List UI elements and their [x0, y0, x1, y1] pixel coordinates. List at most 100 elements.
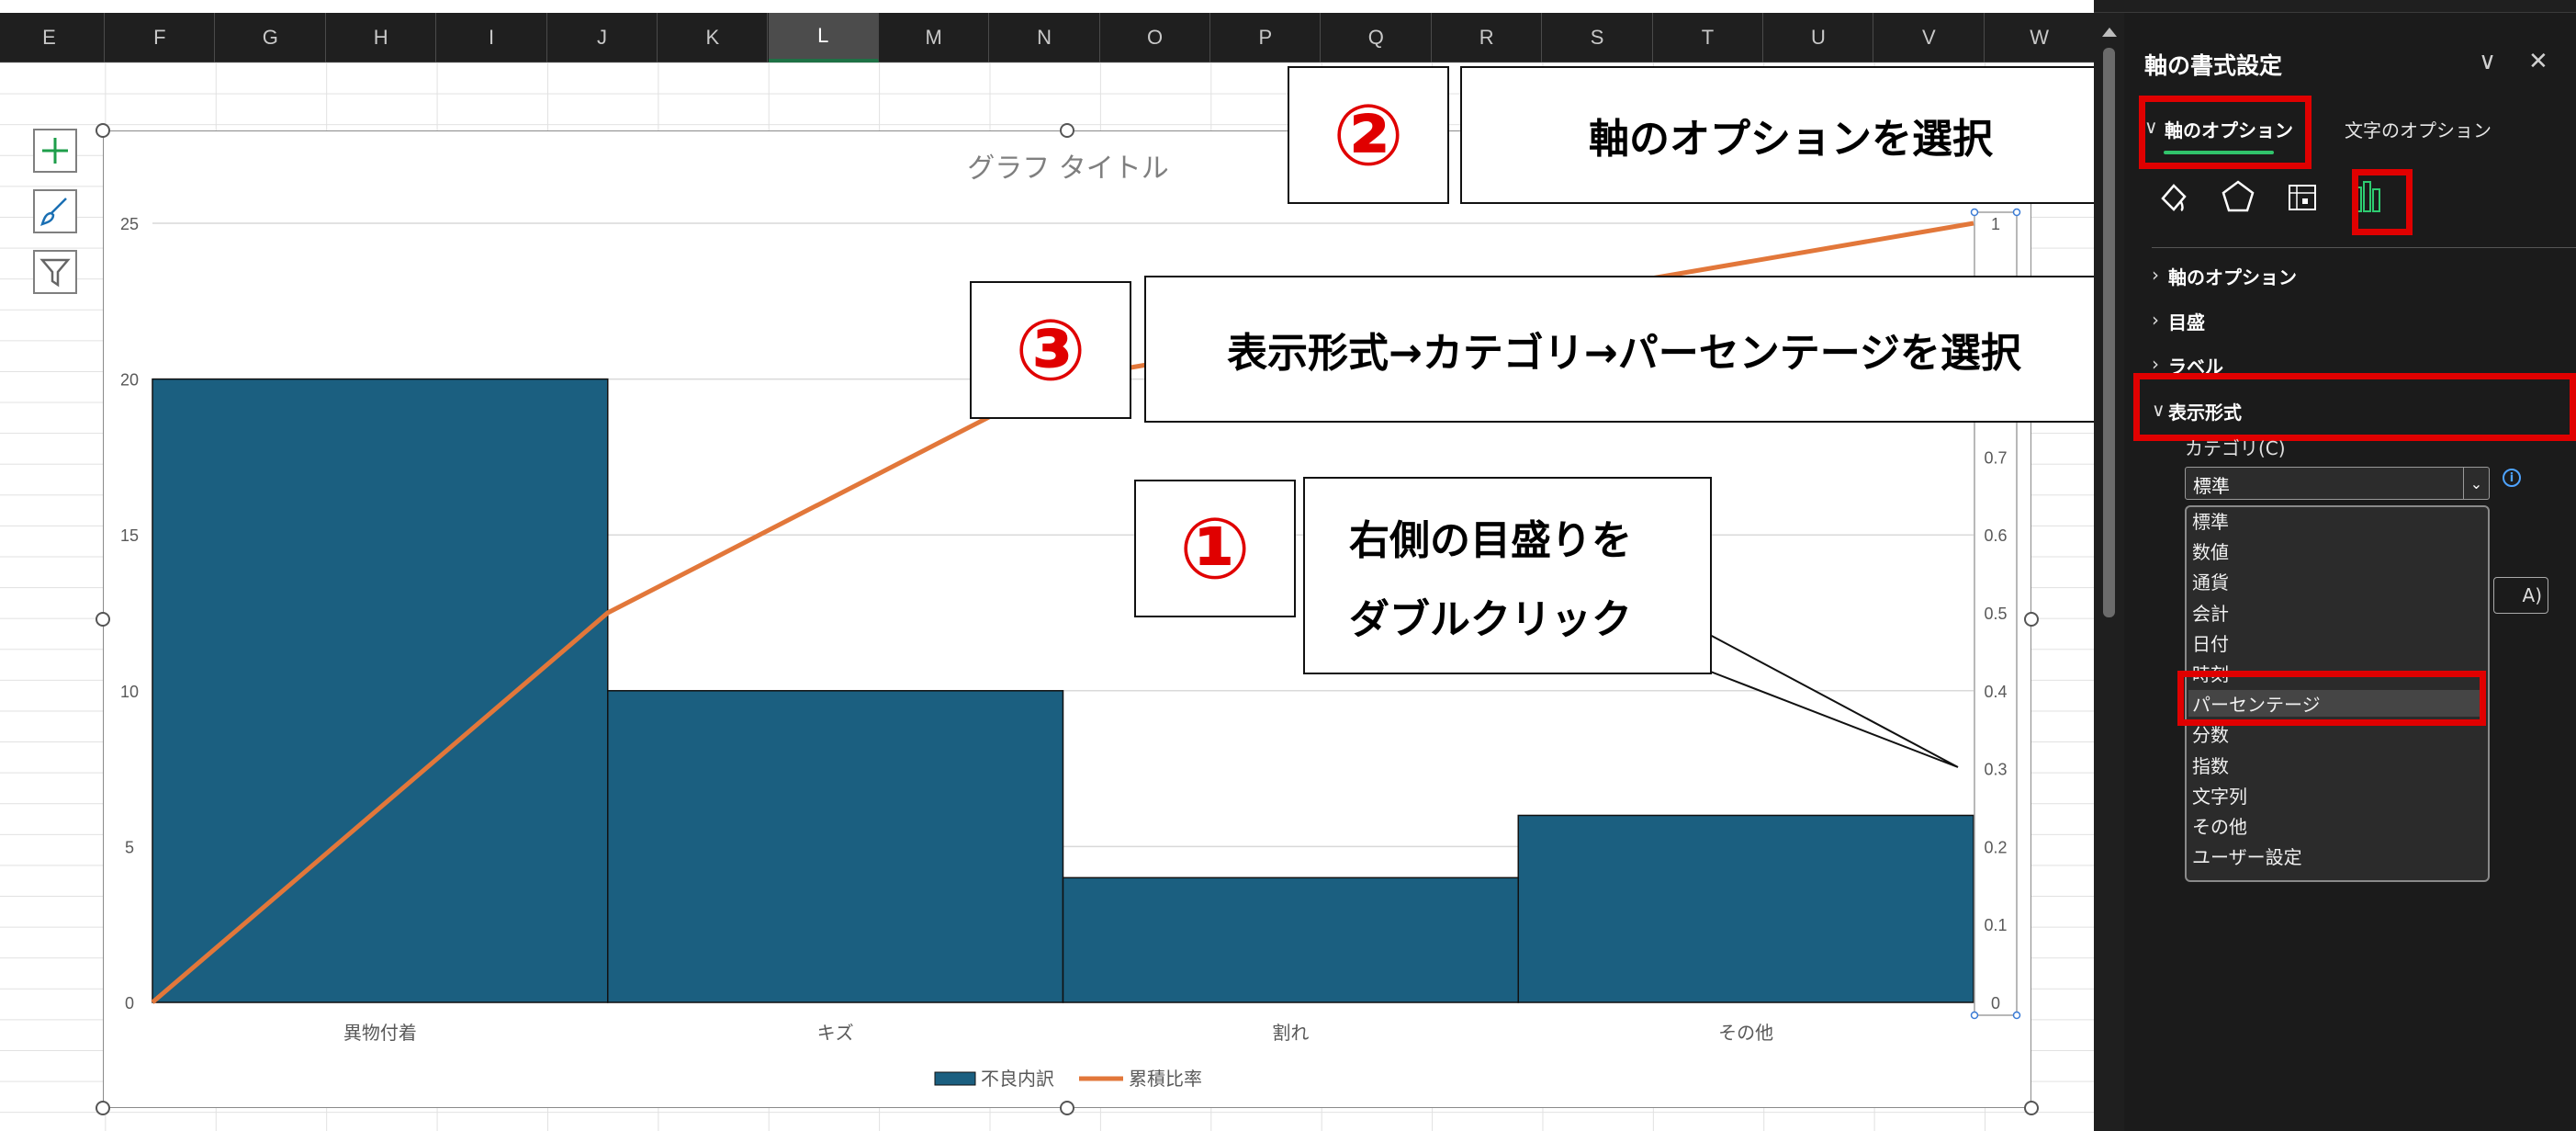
chevron-right-icon: › — [2152, 309, 2159, 331]
scroll-thumb[interactable] — [2103, 48, 2115, 617]
category-option[interactable]: 数値 — [2192, 537, 2229, 564]
column-header-O[interactable]: O — [1100, 13, 1210, 62]
axis-selection-handle — [2012, 1011, 2021, 1020]
category-option[interactable]: 指数 — [2192, 752, 2229, 778]
right-axis-tick-label: 0.4 — [1984, 683, 2007, 701]
chart-styles-button[interactable] — [33, 189, 77, 233]
chevron-down-icon[interactable]: ⌄ — [2463, 468, 2489, 499]
left-axis-tick-label: 10 — [120, 683, 139, 701]
column-header-H[interactable]: H — [326, 13, 437, 62]
category-label: カテゴリ(C) — [2185, 437, 2286, 459]
left-axis-tick-label: 15 — [120, 526, 139, 545]
category-label: その他 — [1718, 1022, 1773, 1044]
legend-label: 累積比率 — [1129, 1068, 1202, 1090]
column-header-T[interactable]: T — [1653, 13, 1763, 62]
column-header-W[interactable]: W — [1985, 13, 2094, 62]
column-header-E[interactable]: E — [0, 13, 105, 62]
plus-icon — [42, 138, 68, 164]
right-axis-tick-label: 0.7 — [1984, 448, 2007, 467]
bar — [607, 690, 1064, 1003]
fill-line-icon[interactable] — [2152, 175, 2196, 219]
chevron-right-icon: › — [2152, 353, 2159, 375]
legend-swatch-bar — [934, 1071, 976, 1086]
column-header-P[interactable]: P — [1210, 13, 1322, 62]
highlight-axis-options-tab — [2139, 96, 2312, 169]
step2-text: 軸のオプションを選択 — [1589, 116, 1993, 163]
scroll-up-icon[interactable] — [2102, 28, 2117, 37]
vertical-scrollbar[interactable] — [2094, 13, 2124, 1131]
step2-number: ② — [1333, 85, 1404, 185]
column-header-Q[interactable]: Q — [1322, 13, 1432, 62]
format-axis-pane[interactable]: 軸の書式設定 ∨ ✕ ∨ 軸のオプション 文字のオプション › 軸のオプション … — [2124, 13, 2576, 1131]
chart-resize-handle[interactable] — [96, 123, 110, 138]
brush-icon — [40, 198, 67, 226]
step3-text-box: 表示形式→カテゴリ→パーセンテージを選択 — [1144, 276, 2094, 423]
section-ticks[interactable]: 目盛 — [2168, 308, 2205, 334]
right-axis-tick-label: 0.2 — [1984, 838, 2007, 856]
column-header-M[interactable]: M — [879, 13, 990, 62]
category-value: 標準 — [2193, 475, 2230, 497]
filter-icon — [39, 258, 71, 288]
right-axis-tick-label: 0.1 — [1984, 916, 2007, 934]
hidden-field-fragment: A) — [2493, 577, 2548, 614]
right-axis-tick-label: 0 — [1991, 994, 2000, 1012]
size-properties-icon[interactable] — [2280, 175, 2324, 219]
column-header-V[interactable]: V — [1874, 13, 1985, 62]
column-header-N[interactable]: N — [990, 13, 1100, 62]
bar — [152, 378, 609, 1003]
column-header-S[interactable]: S — [1543, 13, 1653, 62]
bar — [1062, 877, 1519, 1003]
axis-selection-handle — [2012, 208, 2021, 217]
pane-divider — [2152, 247, 2576, 248]
tab-text-options[interactable]: 文字のオプション — [2345, 116, 2492, 142]
category-option[interactable]: ユーザー設定 — [2192, 843, 2302, 869]
step1-line1: 右側の目盛りを — [1349, 516, 1632, 564]
category-option[interactable]: 文字列 — [2192, 782, 2247, 809]
category-option[interactable]: その他 — [2192, 812, 2247, 839]
bar — [1517, 814, 1974, 1003]
step2-text-box: 軸のオプションを選択 — [1460, 66, 2094, 204]
column-header-G[interactable]: G — [216, 13, 326, 62]
right-axis-tick-label: 1 — [1991, 215, 2000, 233]
column-header-bar: EFGHIJKLMNOPQRSTUVW — [0, 13, 2094, 62]
right-axis-tick-label: 0.6 — [1984, 526, 2007, 545]
category-select[interactable]: 標準 ⌄ — [2185, 467, 2490, 500]
pane-title: 軸の書式設定 — [2144, 52, 2283, 79]
category-option[interactable]: 標準 — [2192, 507, 2229, 534]
column-header-R[interactable]: R — [1432, 13, 1543, 62]
chart-resize-handle[interactable] — [96, 612, 110, 627]
left-axis-tick-label: 25 — [120, 215, 139, 233]
section-axis-options[interactable]: 軸のオプション — [2168, 263, 2297, 289]
highlight-number-format — [2133, 373, 2576, 441]
column-header-J[interactable]: J — [547, 13, 658, 62]
pane-options-button[interactable]: ∨ — [2479, 48, 2496, 75]
column-header-L[interactable]: L — [768, 13, 879, 62]
chart-resize-handle[interactable] — [96, 1101, 110, 1115]
step1-number-box: ① — [1134, 480, 1296, 617]
pane-close-button[interactable]: ✕ — [2528, 48, 2548, 75]
chart-elements-button[interactable] — [33, 129, 77, 173]
category-label: キズ — [817, 1022, 854, 1044]
column-header-U[interactable]: U — [1763, 13, 1874, 62]
info-icon[interactable]: i — [2503, 469, 2521, 487]
right-axis-tick-label: 0.3 — [1984, 761, 2007, 779]
chart-title: グラフ タイトル — [967, 153, 1169, 185]
chart-resize-handle[interactable] — [2024, 1101, 2039, 1115]
highlight-percentage-option — [2177, 671, 2486, 726]
right-axis-tick-label: 0.5 — [1984, 605, 2007, 623]
column-header-I[interactable]: I — [437, 13, 547, 62]
spreadsheet-area[interactable]: EFGHIJKLMNOPQRSTUVW 0 5 10 15 20 25 異物付着 キズ 割れ その… — [0, 0, 2094, 1131]
effects-pentagon-icon[interactable] — [2216, 175, 2260, 219]
category-label: 異物付着 — [343, 1022, 417, 1044]
category-option[interactable]: 通貨 — [2192, 568, 2229, 594]
category-option[interactable]: 会計 — [2192, 599, 2229, 626]
chart-resize-handle[interactable] — [1060, 1101, 1074, 1115]
column-header-F[interactable]: F — [105, 13, 216, 62]
chart-resize-handle[interactable] — [2024, 612, 2039, 627]
chart-filters-button[interactable] — [33, 250, 77, 294]
step3-number: ③ — [1015, 300, 1086, 400]
category-option[interactable]: 日付 — [2192, 629, 2229, 656]
column-header-K[interactable]: K — [658, 13, 769, 62]
chart-resize-handle[interactable] — [1060, 123, 1074, 138]
step1-line2: ダブルクリック — [1349, 595, 1632, 643]
